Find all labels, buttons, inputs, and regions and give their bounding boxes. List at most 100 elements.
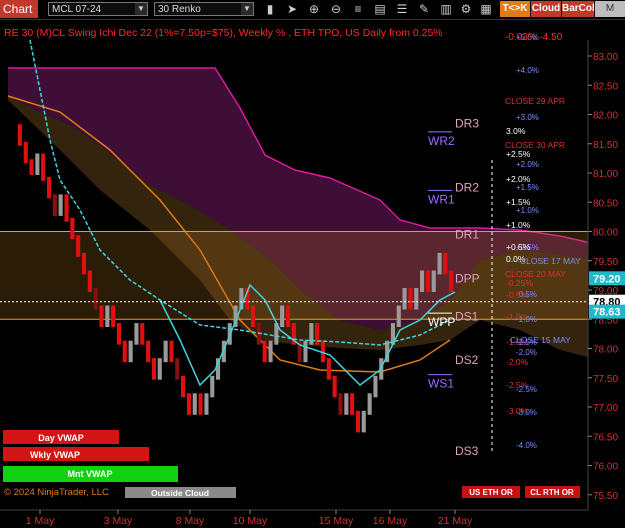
bull-brick bbox=[396, 305, 401, 327]
bear-brick bbox=[425, 270, 430, 292]
bear-brick bbox=[326, 358, 331, 380]
zoom-out-icon[interactable]: ⊖ bbox=[328, 1, 344, 17]
bull-brick bbox=[163, 340, 168, 363]
chevron-down-icon[interactable]: ▼ bbox=[241, 3, 253, 15]
top-percent-readout: -0.03% -4.50 bbox=[505, 32, 563, 43]
bear-brick bbox=[29, 159, 34, 175]
bull-brick bbox=[431, 270, 436, 292]
properties-icon[interactable]: ≡ bbox=[350, 1, 366, 17]
bull-brick bbox=[361, 410, 366, 433]
price-badge-label: 79.20 bbox=[593, 273, 621, 285]
bear-brick bbox=[443, 252, 448, 275]
pivot-label-ds1: DS1 bbox=[455, 309, 479, 323]
date-tick-label: 15 May bbox=[319, 515, 354, 527]
price-chart[interactable]: DR3DR2DR1DPPDS1DS2DS3WR2WR1WPPWS1+5.0%+4… bbox=[0, 20, 625, 528]
side-percent-label: -2.0% bbox=[506, 357, 529, 367]
barcol-toggle-button[interactable]: BarCol bbox=[562, 1, 595, 17]
bull-brick bbox=[204, 393, 209, 415]
close-reference-label: CLOSE 30 APR bbox=[505, 140, 565, 150]
bear-brick bbox=[99, 305, 104, 327]
date-tick-label: 10 May bbox=[233, 515, 268, 527]
percent-level-label: +3.0% bbox=[516, 113, 539, 122]
percent-level-label: -4.0% bbox=[516, 441, 537, 450]
bull-brick bbox=[134, 323, 139, 345]
weekly-pivot-wr1: WR1 bbox=[428, 192, 455, 206]
bear-brick bbox=[151, 358, 156, 380]
close-reference-label: CLOSE 20 MAY bbox=[505, 269, 566, 279]
pivot-label-dr3: DR3 bbox=[455, 116, 479, 130]
bear-brick bbox=[81, 252, 86, 275]
bear-brick bbox=[111, 305, 116, 327]
bear-brick bbox=[449, 270, 454, 292]
cloud-toggle-button[interactable]: Cloud bbox=[531, 1, 561, 17]
templates-icon[interactable]: ▤ bbox=[372, 1, 388, 17]
bars-icon[interactable]: ▮ bbox=[262, 1, 278, 17]
bear-brick bbox=[70, 217, 75, 240]
instrument-selector[interactable]: MCL 07-24 ▼ bbox=[48, 2, 148, 16]
bull-brick bbox=[402, 288, 407, 310]
bear-brick bbox=[408, 288, 413, 310]
bull-brick bbox=[268, 340, 273, 363]
bear-brick bbox=[186, 393, 191, 415]
bear-brick bbox=[338, 393, 343, 415]
stack-icon[interactable]: ▦ bbox=[478, 1, 494, 17]
side-percent-label: +1.0% bbox=[506, 220, 531, 230]
bear-brick bbox=[64, 194, 69, 222]
chart-window-title: Chart bbox=[0, 0, 38, 18]
pivot-label-dr1: DR1 bbox=[455, 227, 479, 241]
chevron-down-icon[interactable]: ▼ bbox=[135, 3, 147, 15]
price-tick-label: 81.00 bbox=[593, 169, 618, 180]
bear-brick bbox=[169, 340, 174, 363]
weekly-pivot-ws1: WS1 bbox=[428, 377, 454, 391]
bull-brick bbox=[210, 375, 215, 398]
bar-type-selector[interactable]: 30 Renko ▼ bbox=[154, 2, 254, 16]
side-percent-label: -0.25% bbox=[506, 278, 533, 288]
side-percent-label: -0.5% bbox=[506, 290, 529, 300]
side-percent-label: +2.0% bbox=[506, 174, 531, 184]
us-eth-or-label: US ETH OR bbox=[469, 488, 513, 497]
drawing-tools-icon[interactable]: ✎ bbox=[416, 1, 432, 17]
price-axis: 83.00 82.50 82.00 81.50 81.00 80.50 80.00 79.50… bbox=[587, 40, 625, 510]
price-tick-label: 80.00 bbox=[593, 228, 618, 239]
bear-brick bbox=[262, 340, 267, 363]
strategies-icon[interactable]: ☰ bbox=[394, 1, 410, 17]
bear-brick bbox=[181, 375, 186, 398]
bear-brick bbox=[140, 323, 145, 345]
bull-brick bbox=[58, 194, 63, 216]
price-tick-label: 81.50 bbox=[593, 140, 618, 151]
bear-brick bbox=[332, 375, 337, 398]
bear-brick bbox=[52, 194, 57, 216]
close-reference-label: CLOSE 15 MAY bbox=[510, 335, 571, 345]
bear-brick bbox=[116, 323, 121, 345]
bear-brick bbox=[146, 340, 151, 363]
side-percent-label: +2.5% bbox=[506, 149, 531, 159]
zoom-in-icon[interactable]: ⊕ bbox=[306, 1, 322, 17]
bear-brick bbox=[17, 124, 22, 146]
chart-trader-icon[interactable]: ▥ bbox=[438, 1, 454, 17]
side-percent-label: +0.5% bbox=[506, 242, 531, 252]
copyright-text: © 2024 NinjaTrader, LLC bbox=[4, 487, 109, 498]
bear-brick bbox=[93, 288, 98, 310]
bull-brick bbox=[303, 340, 308, 363]
bear-brick bbox=[198, 393, 203, 415]
bear-brick bbox=[350, 393, 355, 415]
bull-brick bbox=[157, 358, 162, 380]
percent-level-label: +4.0% bbox=[516, 66, 539, 75]
bear-brick bbox=[122, 340, 127, 363]
bull-brick bbox=[414, 288, 419, 310]
side-percent-label: -3.0% bbox=[506, 406, 529, 416]
chart-header-text: RE 30 (M)CL Swing Ichi Dec 22 (1%=7.50p=… bbox=[4, 27, 443, 39]
pointer-icon[interactable]: ➤ bbox=[284, 1, 300, 17]
month-vwap-button[interactable]: M VWA bbox=[595, 1, 625, 30]
bull-brick bbox=[280, 305, 285, 327]
tpo-toggle-button[interactable]: T<>K bbox=[500, 1, 530, 17]
bear-brick bbox=[47, 176, 52, 199]
price-tick-label: 77.00 bbox=[593, 403, 618, 414]
pivot-label-ds2: DS2 bbox=[455, 353, 479, 367]
gear-icon[interactable]: ⚙ bbox=[458, 1, 474, 17]
bear-brick bbox=[76, 235, 81, 257]
price-tick-label: 82.00 bbox=[593, 111, 618, 122]
close-reference-label: CLOSE 29 APR bbox=[505, 96, 565, 106]
cl-rth-or-label: CL RTH OR bbox=[530, 488, 574, 497]
bull-brick bbox=[309, 323, 314, 345]
